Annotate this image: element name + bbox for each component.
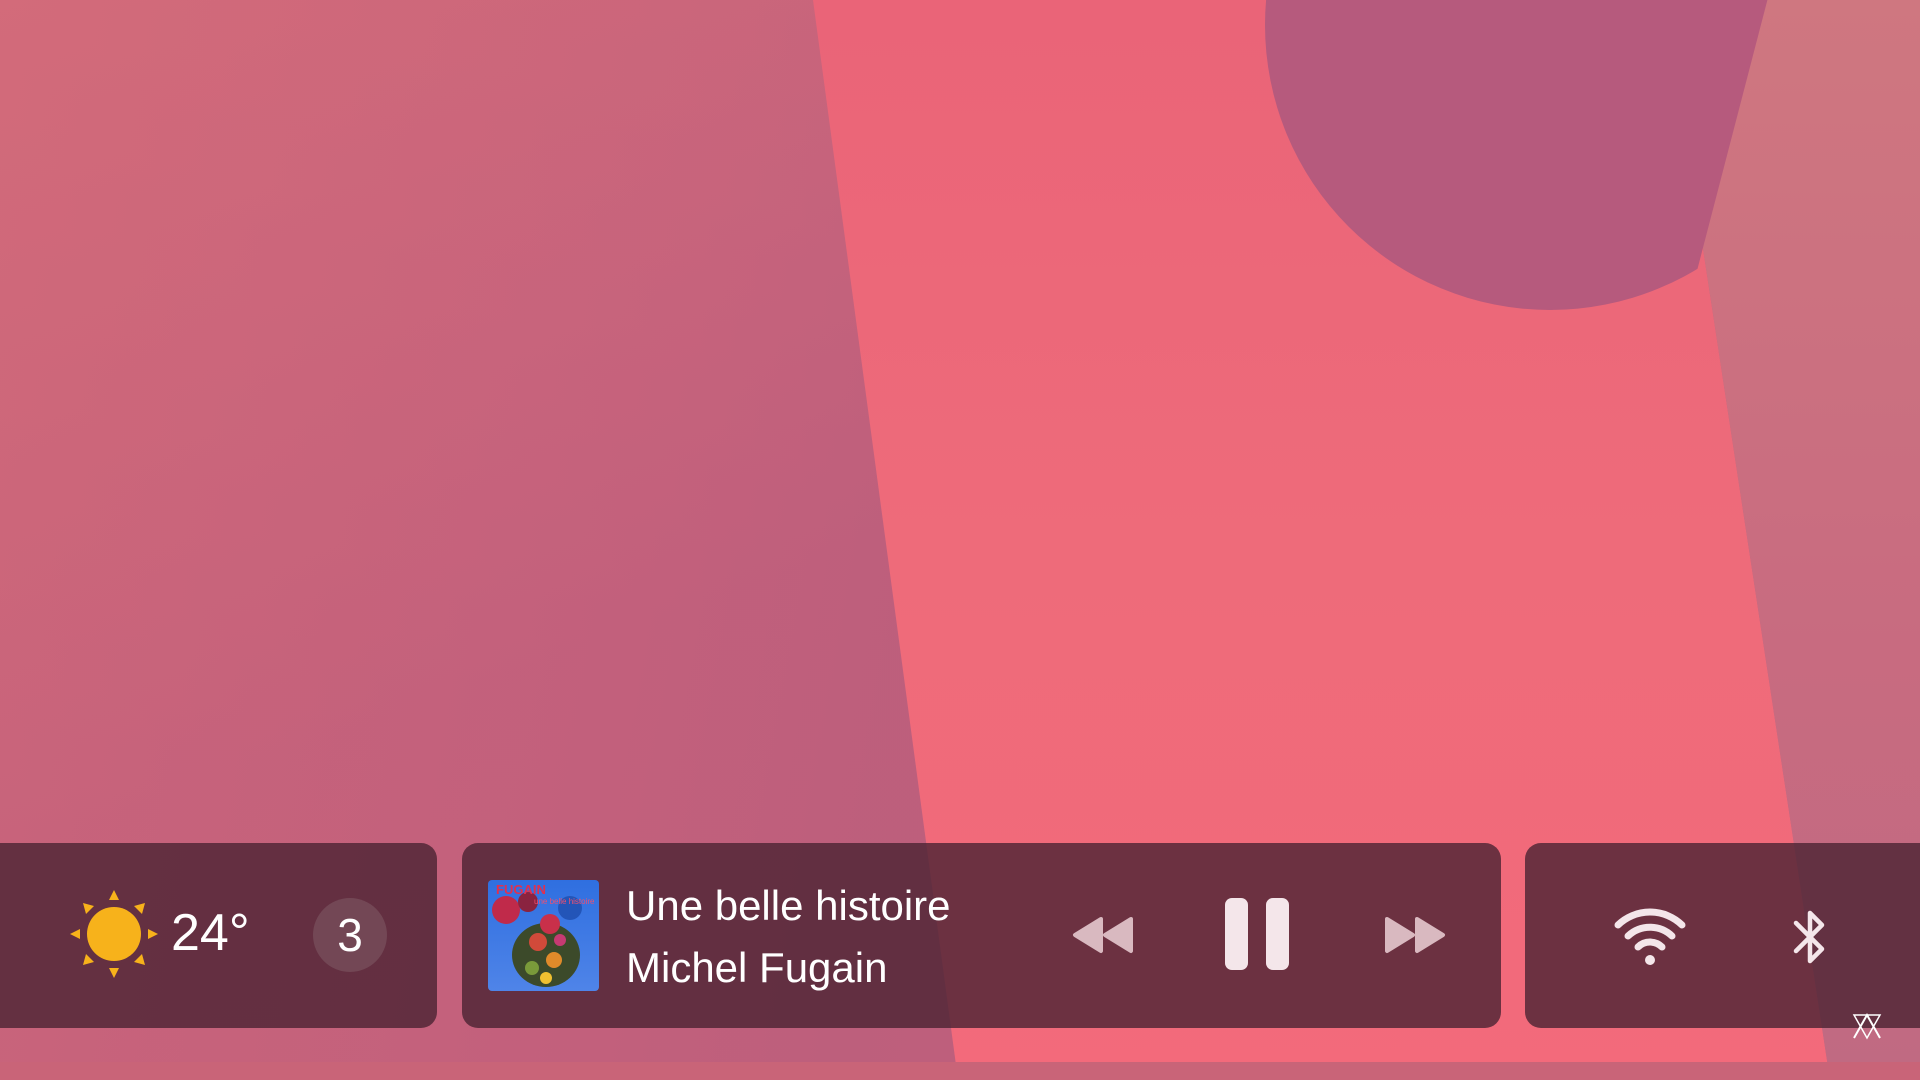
svg-text:FUGAIN: FUGAIN <box>496 882 546 897</box>
corner-logo-icon <box>1852 1012 1882 1040</box>
connectivity-widget <box>1525 843 1920 1028</box>
desktop-wallpaper: 24° 3 FUGAIN une belle histoire Une bell… <box>0 0 1920 1080</box>
rewind-icon[interactable] <box>1071 915 1135 955</box>
pause-icon[interactable] <box>1224 897 1290 971</box>
fast-forward-icon[interactable] <box>1383 915 1447 955</box>
track-artist: Michel Fugain <box>626 944 888 991</box>
svg-text:une belle histoire: une belle histoire <box>534 897 595 906</box>
album-cover[interactable]: FUGAIN une belle histoire <box>488 880 599 991</box>
track-title: Une belle histoire <box>626 882 951 929</box>
sun-icon <box>70 890 158 978</box>
temperature-label: 24° <box>171 904 250 962</box>
bluetooth-icon[interactable] <box>1790 905 1830 969</box>
media-player-widget <box>462 843 1501 1028</box>
notification-count-badge[interactable]: 3 <box>313 898 387 972</box>
wifi-icon[interactable] <box>1612 905 1688 967</box>
wallpaper-bottom-strip <box>0 1062 1920 1080</box>
